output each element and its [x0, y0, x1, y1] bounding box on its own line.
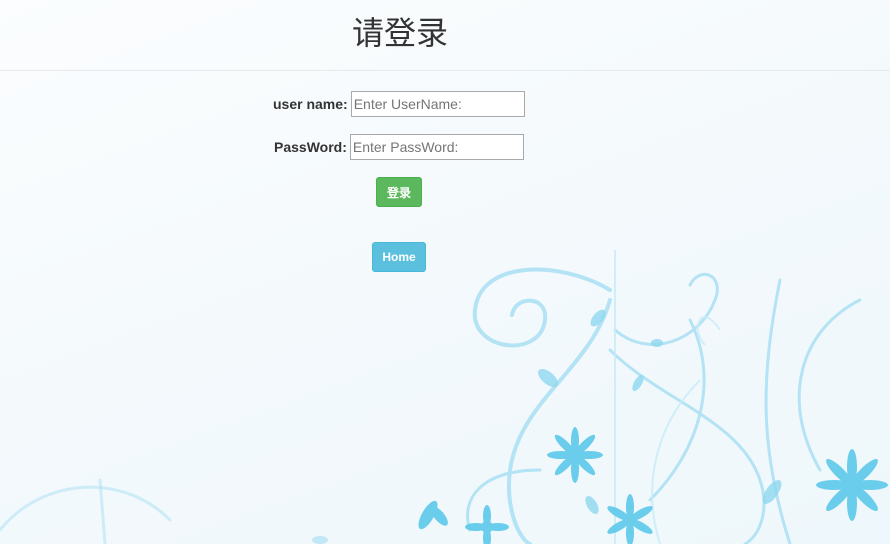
username-row: user name: [273, 91, 525, 117]
username-label: user name: [273, 96, 348, 112]
page-header: 请登录 [0, 0, 890, 71]
login-button[interactable]: 登录 [376, 177, 422, 207]
home-button[interactable]: Home [372, 242, 426, 272]
password-label: PassWord: [274, 139, 347, 155]
floral-background-decoration [0, 250, 888, 544]
page-title: 请登录 [351, 15, 448, 51]
password-row: PassWord: [274, 134, 524, 160]
password-input[interactable] [349, 134, 524, 160]
username-input[interactable] [350, 91, 525, 117]
